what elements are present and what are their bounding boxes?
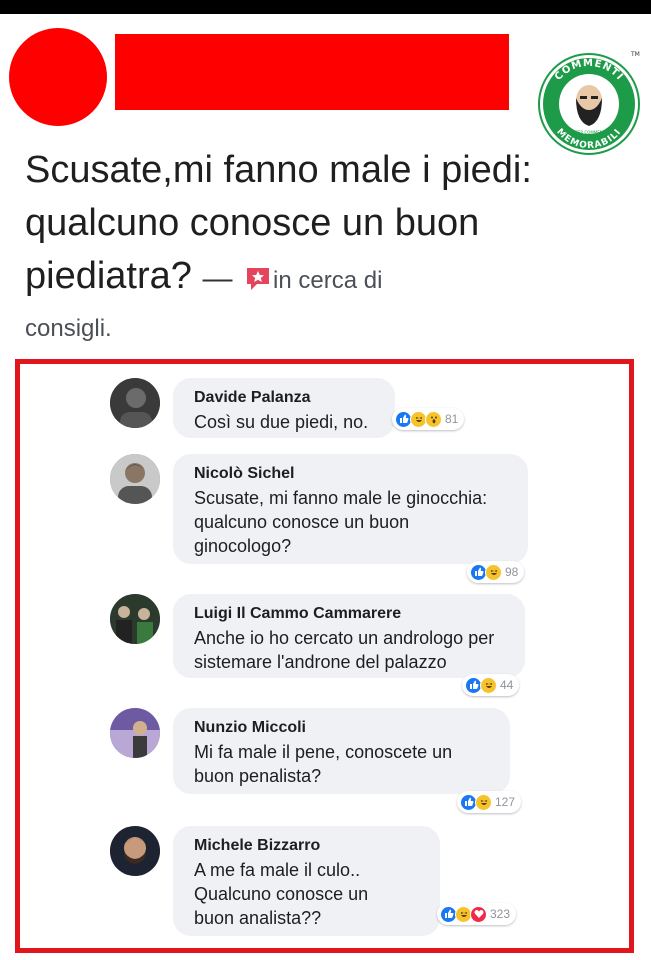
top-black-bar — [0, 0, 651, 14]
comment-text-line: buon analista?? — [194, 908, 322, 928]
comment-bubble: Davide Palanza Così su due piedi, no. — [173, 378, 395, 438]
reaction-count: 323 — [490, 907, 511, 921]
haha-icon — [485, 563, 502, 581]
love-icon — [470, 905, 487, 923]
reactions-summary[interactable]: 127 — [457, 791, 522, 813]
comment-text-line: buon penalista? — [194, 766, 322, 786]
commenti-memorabili-logo: COMMENTI MEMORABILI NATI PER COMMENTARE … — [538, 51, 640, 155]
comment-bubble: Nunzio Miccoli Mi fa male il pene, conos… — [173, 708, 510, 794]
comment-bubble: Michele Bizzarro A me fa male il culo.. … — [173, 826, 440, 936]
logo-inner-text: NATI PER COMMENTARE — [565, 130, 613, 135]
comment-text-line: Scusate, mi fanno male le ginocchia: — [194, 488, 488, 508]
avatar[interactable] — [110, 708, 160, 758]
comment-text-line: Anche io ho cercato un andrologo per — [194, 628, 495, 648]
avatar[interactable] — [110, 826, 160, 876]
avatar[interactable] — [110, 454, 160, 504]
haha-icon — [480, 676, 497, 694]
comment-author[interactable]: Nicolò Sichel — [194, 462, 514, 486]
reactions-summary[interactable]: 81 — [392, 408, 465, 430]
comment-author[interactable]: Michele Bizzarro — [194, 834, 426, 858]
post-activity[interactable]: in cerca di — [273, 267, 382, 294]
comment-text-line: sistemare l'androne del palazzo — [194, 652, 447, 672]
comment-text-line: Qualcuno conosce un — [194, 884, 369, 904]
avatar[interactable] — [110, 378, 160, 428]
reactions-summary[interactable]: 98 — [467, 561, 525, 583]
reaction-count: 81 — [445, 412, 459, 426]
avatar[interactable] — [110, 594, 160, 644]
reaction-count: 44 — [500, 678, 514, 692]
reactions-summary[interactable]: 44 — [462, 674, 520, 696]
wow-icon — [425, 410, 442, 428]
redacted-avatar — [9, 28, 107, 126]
seeking-advice-icon — [247, 268, 270, 290]
reactions-summary[interactable]: 323 — [437, 903, 517, 925]
reaction-count: 98 — [505, 565, 519, 579]
redacted-author-name — [115, 34, 509, 110]
post-text: Scusate,mi fanno male i piedi: qualcuno … — [25, 144, 615, 307]
post-separator: — — [202, 262, 233, 295]
comment-text-line: Mi fa male il pene, conoscete un — [194, 742, 453, 762]
haha-icon — [475, 793, 492, 811]
comment-author[interactable]: Luigi Il Cammo Cammarere — [194, 602, 511, 626]
comment-author[interactable]: Nunzio Miccoli — [194, 716, 496, 740]
comment-text: Così su due piedi, no. — [194, 412, 369, 432]
post-activity-continued[interactable]: consigli. — [25, 315, 112, 343]
comment-text-line: A me fa male il culo.. — [194, 860, 361, 880]
comment-text-line: qualcuno conosce un buon — [194, 512, 410, 532]
comment-text-line: ginocologo? — [194, 536, 292, 556]
comment-bubble: Luigi Il Cammo Cammarere Anche io ho cer… — [173, 594, 525, 678]
logo-tm: TM — [630, 51, 640, 58]
comment-author[interactable]: Davide Palanza — [194, 386, 381, 410]
reaction-count: 127 — [495, 795, 516, 809]
comment-bubble: Nicolò Sichel Scusate, mi fanno male le … — [173, 454, 528, 564]
